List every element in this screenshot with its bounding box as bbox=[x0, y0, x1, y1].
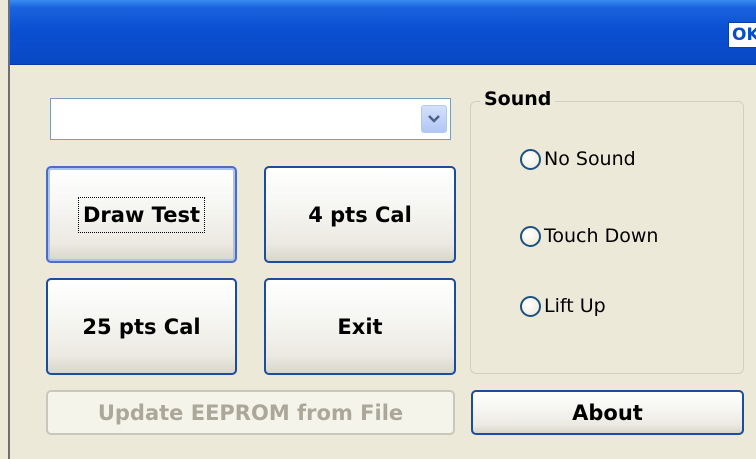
exit-button[interactable]: Exit bbox=[264, 278, 456, 375]
twenty-five-pts-cal-label: 25 pts Cal bbox=[82, 314, 201, 339]
radio-no-sound-label: No Sound bbox=[544, 148, 636, 170]
ok-button[interactable]: OK bbox=[728, 22, 756, 48]
radio-circle-icon[interactable] bbox=[520, 148, 541, 170]
draw-test-label: Draw Test bbox=[78, 196, 205, 233]
about-label: About bbox=[572, 400, 643, 425]
radio-lift-up[interactable]: Lift Up bbox=[520, 295, 606, 317]
about-button[interactable]: About bbox=[471, 390, 744, 435]
twenty-five-pts-cal-button[interactable]: 25 pts Cal bbox=[46, 278, 237, 375]
chevron-down-icon bbox=[428, 115, 440, 123]
title-bar: OK bbox=[10, 0, 756, 65]
radio-touch-down[interactable]: Touch Down bbox=[520, 225, 658, 247]
update-eeprom-button: Update EEPROM from File bbox=[46, 390, 455, 435]
sound-group-title: Sound bbox=[480, 88, 556, 110]
update-eeprom-label: Update EEPROM from File bbox=[97, 400, 404, 425]
radio-circle-icon[interactable] bbox=[520, 295, 541, 317]
radio-circle-icon[interactable] bbox=[520, 225, 541, 247]
four-pts-cal-label: 4 pts Cal bbox=[308, 202, 412, 227]
draw-test-button[interactable]: Draw Test bbox=[46, 166, 237, 263]
radio-lift-up-label: Lift Up bbox=[544, 295, 606, 317]
device-select-combobox[interactable] bbox=[50, 98, 451, 140]
radio-touch-down-label: Touch Down bbox=[544, 225, 659, 247]
combobox-dropdown-button[interactable] bbox=[421, 105, 447, 133]
exit-label: Exit bbox=[337, 314, 383, 339]
radio-no-sound[interactable]: No Sound bbox=[520, 148, 636, 170]
dialog-window: OK Draw Test 4 pts Cal 25 pts Cal Exit U… bbox=[8, 0, 756, 459]
four-pts-cal-button[interactable]: 4 pts Cal bbox=[264, 166, 456, 263]
